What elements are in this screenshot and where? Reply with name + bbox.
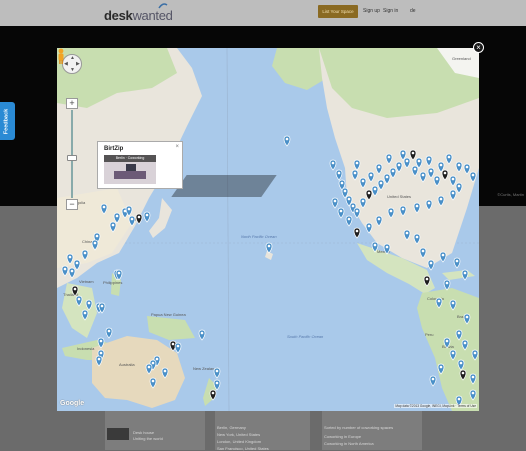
pan-right-icon[interactable]: ▶ [76, 62, 80, 67]
alaska [272, 48, 327, 90]
map-attribution[interactable]: Map data ©2013 Google, INEGI, MapLink · … [394, 404, 477, 408]
coworking-marker[interactable] [331, 197, 339, 209]
logo-desk: desk [104, 8, 133, 23]
info-window: BirtZip × Berlin · Coworking [97, 141, 183, 189]
footer-column-cities: Berlin, Germany New York, United States … [215, 410, 310, 451]
space-subtitle: Uniting the world [133, 436, 163, 441]
land-label-peru: Peru [425, 332, 433, 337]
coworking-marker[interactable] [198, 329, 206, 341]
info-window-close-icon[interactable]: × [175, 144, 179, 150]
land-label-united-states: United States [387, 194, 411, 199]
info-window-shadow [171, 175, 277, 197]
site-logo[interactable]: deskwanted [104, 8, 173, 23]
pan-up-icon[interactable]: ▲ [70, 56, 75, 61]
ocean-label-north-pacific: North Pacific Ocean [241, 234, 277, 239]
coworking-marker[interactable] [143, 211, 151, 223]
zoom-in-button[interactable]: + [66, 98, 78, 109]
coworking-marker[interactable] [283, 135, 291, 147]
coworking-marker[interactable] [135, 213, 143, 225]
land-label-philippines: Philippines [103, 280, 122, 285]
coworking-marker[interactable] [453, 257, 461, 269]
land-label-greenland: Greenland [452, 56, 471, 61]
caribbean [442, 270, 475, 280]
pan-down-icon[interactable]: ▼ [70, 68, 75, 73]
photo-desk [114, 171, 146, 179]
feedback-tab[interactable]: Feedback [0, 102, 15, 140]
sign-in-link[interactable]: Sign in [383, 8, 398, 14]
zoom-control: + − [66, 98, 78, 210]
coworking-marker[interactable] [439, 251, 447, 263]
coworking-marker[interactable] [174, 342, 182, 354]
coworking-marker[interactable] [353, 227, 361, 239]
logo-wanted: wanted [132, 8, 173, 23]
map-modal: North Pacific Ocean South Pacific Ocean … [57, 48, 479, 411]
world-map[interactable]: North Pacific Ocean South Pacific Ocean … [57, 48, 479, 411]
logo-swirl-icon [158, 3, 168, 9]
region-link[interactable]: Coworking in Europe [324, 434, 361, 439]
sign-up-link[interactable]: Sign up [363, 8, 380, 14]
space-thumbnail[interactable] [107, 428, 129, 440]
language-selector[interactable]: de [410, 8, 416, 14]
zoom-track[interactable] [71, 110, 73, 198]
info-window-caption: Berlin · Coworking [104, 155, 156, 162]
date-line [226, 48, 230, 411]
city-link[interactable]: London, United Kingdom [217, 439, 261, 444]
google-logo[interactable]: Google [60, 400, 84, 407]
pan-control[interactable]: ▲ ▼ ◀ ▶ [62, 54, 82, 74]
close-modal-icon[interactable]: × [473, 42, 484, 53]
zoom-out-button[interactable]: − [66, 199, 78, 210]
coworking-marker[interactable] [429, 375, 437, 387]
space-name[interactable]: Desk house [133, 430, 154, 435]
region-link[interactable]: Coworking in North America [324, 441, 374, 446]
land-label-new-zealand: New Zealand [193, 366, 217, 371]
city-link[interactable]: New York, United States [217, 432, 260, 437]
city-link[interactable]: San Francisco, United States [217, 446, 269, 451]
footer-column-spaces: Desk house Uniting the world [105, 410, 205, 450]
city-link[interactable]: Berlin, Germany [217, 425, 246, 430]
japan-islands [149, 198, 172, 238]
street-view-pegman-icon[interactable] [57, 48, 65, 64]
list-your-space-button[interactable]: List Your Space [318, 5, 358, 18]
coworking-marker[interactable] [337, 207, 345, 219]
coworking-marker[interactable] [105, 327, 113, 339]
coworking-marker[interactable] [329, 159, 337, 171]
ocean-label-south-pacific: South Pacific Ocean [287, 334, 324, 339]
papua-new-guinea [147, 316, 195, 340]
land-label-australia: Australia [119, 362, 135, 367]
coworking-marker[interactable] [213, 367, 221, 379]
site-header: deskwanted List Your Space Sign up Sign … [0, 0, 526, 26]
feedback-label: Feedback [3, 108, 10, 135]
coworking-marker[interactable] [335, 169, 343, 181]
footer-column-regions: Sorted by number of coworking spaces Cow… [322, 410, 422, 450]
hero-credit: ©Curtis, Martin [497, 192, 524, 197]
zoom-slider-handle[interactable] [67, 155, 77, 161]
photo-screen [126, 164, 136, 171]
coworking-marker[interactable] [427, 259, 435, 271]
land-label-china: China [82, 239, 93, 244]
map-canvas: North Pacific Ocean South Pacific Ocean … [57, 48, 479, 411]
info-window-title[interactable]: BirtZip [104, 146, 123, 152]
coworking-marker[interactable] [461, 269, 469, 281]
land-label-papua: Papua New Guinea [151, 312, 186, 317]
region-heading: Sorted by number of coworking spaces [324, 425, 394, 430]
land-label-vietnam: Vietnam [79, 279, 94, 284]
coworking-marker[interactable] [345, 215, 353, 227]
land-label-indonesia: Indonesia [77, 346, 95, 351]
